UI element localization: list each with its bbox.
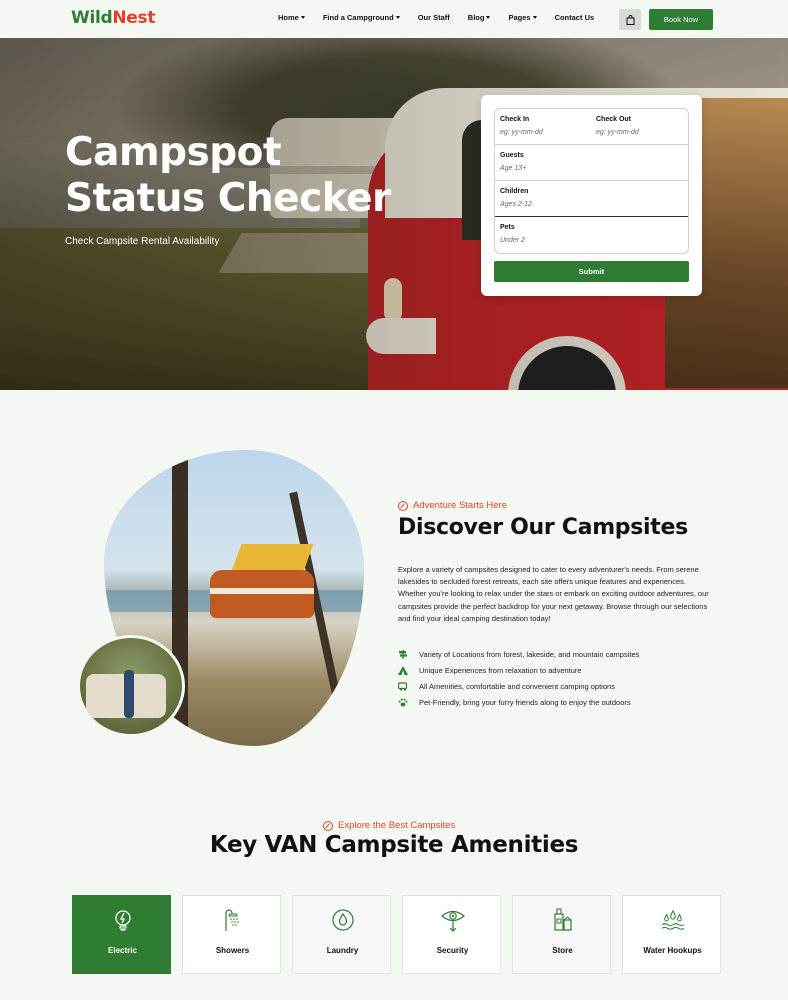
chevron-down-icon	[486, 16, 491, 19]
check-in-field[interactable]: Check In eg: yy-mm-dd	[495, 109, 592, 145]
form-row-dates: Check In eg: yy-mm-dd Check Out eg: yy-m…	[495, 109, 688, 145]
main-nav: Home Find a Campground Our Staff Blog Pa…	[278, 13, 612, 22]
feature-item-experiences: Unique Experiences from relaxation to ad…	[398, 662, 718, 678]
feature-list: Variety of Locations from forest, lakesi…	[398, 646, 718, 710]
discover-eyebrow: Adventure Starts Here	[398, 500, 507, 511]
nav-find-a-campground[interactable]: Find a Campground	[323, 13, 400, 22]
hero-title: Campspot Status Checker	[65, 130, 391, 222]
amenity-card-security[interactable]: Security	[402, 895, 501, 974]
eye-icon	[441, 908, 465, 932]
feature-text: Pet-Friendly, bring your furry friends a…	[419, 697, 631, 707]
amenity-card-store[interactable]: Store	[512, 895, 611, 974]
amenity-label: Security	[436, 946, 469, 955]
chevron-down-icon	[532, 16, 537, 19]
laundry-icon	[331, 908, 355, 932]
guests-field[interactable]: Guests Age 13+	[495, 145, 688, 181]
compass-icon	[398, 500, 408, 511]
amenity-card-laundry[interactable]: Laundry	[292, 895, 391, 974]
check-in-placeholder: eg: yy-mm-dd	[500, 129, 543, 136]
amenity-card-showers[interactable]: Showers	[182, 895, 281, 974]
lightbulb-icon	[111, 908, 135, 932]
availability-form: Check In eg: yy-mm-dd Check Out eg: yy-m…	[481, 95, 702, 296]
amenity-label: Laundry	[326, 946, 359, 955]
store-icon	[551, 908, 575, 932]
submit-button[interactable]: Submit	[494, 261, 689, 282]
pets-label: Pets	[500, 224, 515, 231]
hero-subtitle: Check Campsite Rental Availability	[65, 236, 220, 247]
feature-item-locations: Variety of Locations from forest, lakesi…	[398, 646, 718, 662]
shopping-bag-icon	[626, 14, 634, 25]
amenity-card-water-hookups[interactable]: Water Hookups	[622, 895, 721, 974]
tent-icon	[398, 665, 408, 675]
amenity-label: Electric	[108, 946, 137, 955]
amenity-cards: Electric Showers Laundry Security Store …	[72, 895, 721, 974]
hero-title-line-2: Status Checker	[65, 176, 391, 221]
chevron-down-icon	[395, 16, 400, 19]
nav-pages[interactable]: Pages	[508, 13, 537, 22]
amenity-label: Water Hookups	[643, 946, 702, 955]
discover-paragraph: Explore a variety of campsites designed …	[398, 565, 709, 623]
pets-field[interactable]: Pets Under 2	[495, 217, 688, 253]
feature-text: All Amenities, comfortable and convenien…	[419, 681, 615, 691]
logo-part-wild: Wild	[71, 8, 113, 28]
compass-icon	[323, 820, 333, 831]
children-field[interactable]: Children Ages 2-12	[495, 181, 688, 217]
nav-home[interactable]: Home	[278, 13, 305, 22]
hero-banner: Campspot Status Checker Check Campsite R…	[0, 38, 788, 390]
amenities-eyebrow: Explore the Best Campsites	[323, 820, 455, 831]
signpost-icon	[398, 649, 408, 659]
hero-title-line-1: Campspot	[65, 130, 282, 175]
amenity-label: Store	[552, 946, 573, 955]
logo-part-nest: Nest	[112, 8, 156, 28]
feature-text: Unique Experiences from relaxation to ad…	[419, 665, 582, 675]
nav-blog[interactable]: Blog	[468, 13, 491, 22]
cart-button[interactable]	[619, 9, 641, 30]
nav-contact-us[interactable]: Contact Us	[555, 13, 595, 22]
amenity-label: Showers	[215, 946, 250, 955]
amenities-eyebrow-text: Explore the Best Campsites	[338, 820, 456, 831]
guests-label: Guests	[500, 152, 524, 159]
children-placeholder: Ages 2-12	[500, 201, 532, 208]
feature-item-pet-friendly: Pet-Friendly, bring your furry friends a…	[398, 694, 718, 710]
camper-icon	[398, 681, 408, 691]
feature-text: Variety of Locations from forest, lakesi…	[419, 649, 640, 659]
logo[interactable]: WildNest	[71, 8, 155, 28]
shower-icon	[221, 908, 245, 932]
check-out-placeholder: eg: yy-mm-dd	[596, 129, 639, 136]
amenity-card-electric[interactable]: Electric	[72, 895, 171, 974]
site-header: WildNest Home Find a Campground Our Staf…	[0, 0, 788, 38]
discover-title: Discover Our Campsites	[398, 515, 688, 540]
check-out-field[interactable]: Check Out eg: yy-mm-dd	[591, 109, 688, 145]
guests-placeholder: Age 13+	[500, 165, 527, 172]
water-icon	[661, 908, 685, 932]
pets-placeholder: Under 2	[500, 237, 525, 244]
paw-icon	[398, 698, 408, 707]
form-fields: Check In eg: yy-mm-dd Check Out eg: yy-m…	[494, 108, 689, 254]
book-now-button[interactable]: Book Now	[649, 9, 713, 30]
discover-eyebrow-text: Adventure Starts Here	[413, 500, 507, 511]
check-out-label: Check Out	[596, 116, 632, 123]
feature-item-amenities: All Amenities, comfortable and convenien…	[398, 678, 718, 694]
campsite-circle-image	[77, 635, 185, 737]
nav-our-staff[interactable]: Our Staff	[418, 13, 450, 22]
children-label: Children	[500, 188, 529, 195]
amenities-title: Key VAN Campsite Amenities	[209, 832, 579, 858]
check-in-label: Check In	[500, 116, 530, 123]
chevron-down-icon	[300, 16, 305, 19]
